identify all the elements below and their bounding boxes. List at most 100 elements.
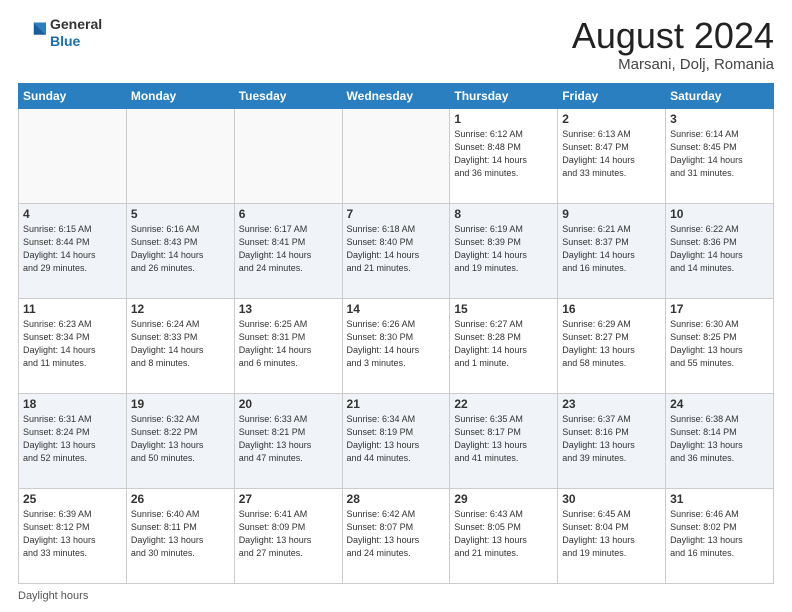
day-info: Sunrise: 6:37 AM Sunset: 8:16 PM Dayligh…: [562, 413, 661, 465]
day-info: Sunrise: 6:19 AM Sunset: 8:39 PM Dayligh…: [454, 223, 553, 275]
day-number: 27: [239, 492, 338, 506]
day-info: Sunrise: 6:15 AM Sunset: 8:44 PM Dayligh…: [23, 223, 122, 275]
day-number: 25: [23, 492, 122, 506]
subtitle: Marsani, Dolj, Romania: [572, 56, 774, 73]
calendar-cell: 19 Sunrise: 6:32 AM Sunset: 8:22 PM Dayli…: [126, 393, 234, 488]
calendar-cell: 4 Sunrise: 6:15 AM Sunset: 8:44 PM Daylig…: [19, 203, 127, 298]
day-info: Sunrise: 6:35 AM Sunset: 8:17 PM Dayligh…: [454, 413, 553, 465]
day-number: 9: [562, 207, 661, 221]
calendar-cell: 3 Sunrise: 6:14 AM Sunset: 8:45 PM Daylig…: [666, 108, 774, 203]
calendar-cell: 6Sunrise: 6:17 AM Sunset: 8:41 PM Daylig…: [234, 203, 342, 298]
day-info: Sunrise: 6:39 AM Sunset: 8:12 PM Dayligh…: [23, 508, 122, 560]
day-number: 30: [562, 492, 661, 506]
day-number: 14: [347, 302, 446, 316]
day-number: 5: [131, 207, 230, 221]
day-info: Sunrise: 6:31 AM Sunset: 8:24 PM Dayligh…: [23, 413, 122, 465]
day-info: Sunrise: 6:40 AM Sunset: 8:11 PM Dayligh…: [131, 508, 230, 560]
day-info: Sunrise: 6:21 AM Sunset: 8:37 PM Dayligh…: [562, 223, 661, 275]
calendar-cell: 10 Sunrise: 6:22 AM Sunset: 8:36 PM Dayli…: [666, 203, 774, 298]
calendar-cell: 11 Sunrise: 6:23 AM Sunset: 8:34 PM Dayli…: [19, 298, 127, 393]
day-info: Sunrise: 6:38 AM Sunset: 8:14 PM Dayligh…: [670, 413, 769, 465]
page: General Blue August 2024 Marsani, Dolj, …: [0, 0, 792, 612]
calendar-cell: 26 Sunrise: 6:40 AM Sunset: 8:11 PM Dayli…: [126, 488, 234, 583]
day-number: 20: [239, 397, 338, 411]
main-title: August 2024: [572, 16, 774, 56]
calendar-cell: 29 Sunrise: 6:43 AM Sunset: 8:05 PM Dayli…: [450, 488, 558, 583]
day-number: 18: [23, 397, 122, 411]
day-info: Sunrise: 6:26 AM Sunset: 8:30 PM Dayligh…: [347, 318, 446, 370]
col-header-sunday: Sunday: [19, 83, 127, 108]
col-header-monday: Monday: [126, 83, 234, 108]
day-number: 29: [454, 492, 553, 506]
calendar-week-4: 25 Sunrise: 6:39 AM Sunset: 8:12 PM Dayli…: [19, 488, 774, 583]
col-header-tuesday: Tuesday: [234, 83, 342, 108]
calendar-cell: 21 Sunrise: 6:34 AM Sunset: 8:19 PM Dayli…: [342, 393, 450, 488]
calendar-week-3: 18 Sunrise: 6:31 AM Sunset: 8:24 PM Dayli…: [19, 393, 774, 488]
calendar-cell: 12Sunrise: 6:24 AM Sunset: 8:33 PM Dayli…: [126, 298, 234, 393]
calendar-cell: 14 Sunrise: 6:26 AM Sunset: 8:30 PM Dayli…: [342, 298, 450, 393]
col-header-thursday: Thursday: [450, 83, 558, 108]
footer: Daylight hours: [18, 590, 774, 602]
day-number: 24: [670, 397, 769, 411]
day-info: Sunrise: 6:45 AM Sunset: 8:04 PM Dayligh…: [562, 508, 661, 560]
calendar-cell: 17Sunrise: 6:30 AM Sunset: 8:25 PM Dayli…: [666, 298, 774, 393]
day-number: 1: [454, 112, 553, 126]
calendar-week-0: 1Sunrise: 6:12 AM Sunset: 8:48 PM Daylig…: [19, 108, 774, 203]
calendar-cell: 1Sunrise: 6:12 AM Sunset: 8:48 PM Daylig…: [450, 108, 558, 203]
day-number: 19: [131, 397, 230, 411]
day-number: 21: [347, 397, 446, 411]
day-number: 4: [23, 207, 122, 221]
day-number: 16: [562, 302, 661, 316]
col-header-saturday: Saturday: [666, 83, 774, 108]
day-info: Sunrise: 6:14 AM Sunset: 8:45 PM Dayligh…: [670, 128, 769, 180]
day-number: 3: [670, 112, 769, 126]
calendar-cell: [126, 108, 234, 203]
day-number: 13: [239, 302, 338, 316]
calendar-cell: 20 Sunrise: 6:33 AM Sunset: 8:21 PM Dayli…: [234, 393, 342, 488]
calendar-cell: 23 Sunrise: 6:37 AM Sunset: 8:16 PM Dayli…: [558, 393, 666, 488]
day-info: Sunrise: 6:33 AM Sunset: 8:21 PM Dayligh…: [239, 413, 338, 465]
calendar-cell: 22Sunrise: 6:35 AM Sunset: 8:17 PM Dayli…: [450, 393, 558, 488]
calendar-cell: 2 Sunrise: 6:13 AM Sunset: 8:47 PM Daylig…: [558, 108, 666, 203]
day-info: Sunrise: 6:32 AM Sunset: 8:22 PM Dayligh…: [131, 413, 230, 465]
day-info: Sunrise: 6:25 AM Sunset: 8:31 PM Dayligh…: [239, 318, 338, 370]
day-info: Sunrise: 6:16 AM Sunset: 8:43 PM Dayligh…: [131, 223, 230, 275]
logo: General Blue: [18, 16, 102, 50]
calendar-cell: 25 Sunrise: 6:39 AM Sunset: 8:12 PM Dayli…: [19, 488, 127, 583]
logo-line2: Blue: [50, 33, 102, 50]
day-number: 2: [562, 112, 661, 126]
title-block: August 2024 Marsani, Dolj, Romania: [572, 16, 774, 73]
calendar-header-row: SundayMondayTuesdayWednesdayThursdayFrid…: [19, 83, 774, 108]
day-number: 11: [23, 302, 122, 316]
day-info: Sunrise: 6:22 AM Sunset: 8:36 PM Dayligh…: [670, 223, 769, 275]
day-number: 15: [454, 302, 553, 316]
day-info: Sunrise: 6:34 AM Sunset: 8:19 PM Dayligh…: [347, 413, 446, 465]
calendar-cell: [234, 108, 342, 203]
col-header-friday: Friday: [558, 83, 666, 108]
logo-text: General Blue: [50, 16, 102, 50]
logo-icon: [18, 19, 46, 47]
calendar-cell: [342, 108, 450, 203]
day-info: Sunrise: 6:30 AM Sunset: 8:25 PM Dayligh…: [670, 318, 769, 370]
calendar-week-2: 11 Sunrise: 6:23 AM Sunset: 8:34 PM Dayli…: [19, 298, 774, 393]
day-info: Sunrise: 6:23 AM Sunset: 8:34 PM Dayligh…: [23, 318, 122, 370]
day-info: Sunrise: 6:24 AM Sunset: 8:33 PM Dayligh…: [131, 318, 230, 370]
logo-line1: General: [50, 16, 102, 33]
day-info: Sunrise: 6:13 AM Sunset: 8:47 PM Dayligh…: [562, 128, 661, 180]
day-info: Sunrise: 6:27 AM Sunset: 8:28 PM Dayligh…: [454, 318, 553, 370]
calendar-cell: 16Sunrise: 6:29 AM Sunset: 8:27 PM Dayli…: [558, 298, 666, 393]
day-number: 7: [347, 207, 446, 221]
day-info: Sunrise: 6:43 AM Sunset: 8:05 PM Dayligh…: [454, 508, 553, 560]
day-number: 10: [670, 207, 769, 221]
day-number: 23: [562, 397, 661, 411]
day-number: 8: [454, 207, 553, 221]
day-number: 26: [131, 492, 230, 506]
calendar-cell: 13 Sunrise: 6:25 AM Sunset: 8:31 PM Dayli…: [234, 298, 342, 393]
calendar-cell: 31Sunrise: 6:46 AM Sunset: 8:02 PM Dayli…: [666, 488, 774, 583]
day-info: Sunrise: 6:41 AM Sunset: 8:09 PM Dayligh…: [239, 508, 338, 560]
calendar-cell: 28Sunrise: 6:42 AM Sunset: 8:07 PM Dayli…: [342, 488, 450, 583]
calendar-cell: 5 Sunrise: 6:16 AM Sunset: 8:43 PM Daylig…: [126, 203, 234, 298]
day-number: 31: [670, 492, 769, 506]
calendar-cell: 24 Sunrise: 6:38 AM Sunset: 8:14 PM Dayli…: [666, 393, 774, 488]
day-info: Sunrise: 6:17 AM Sunset: 8:41 PM Dayligh…: [239, 223, 338, 275]
